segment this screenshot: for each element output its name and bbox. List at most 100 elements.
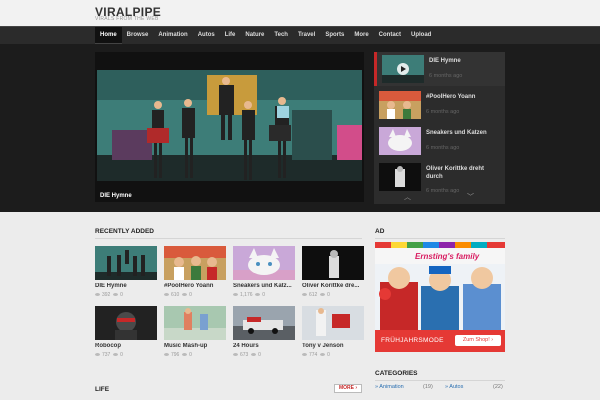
- video-stats: 796 0: [164, 352, 192, 358]
- nav-item-more[interactable]: More: [349, 27, 373, 45]
- playlist-item-title: Sneakers und Katzen: [426, 130, 487, 136]
- view-count: 774: [309, 352, 318, 358]
- eye-icon: [95, 293, 100, 297]
- heart-icon: [255, 293, 261, 297]
- video-stats: 610 0: [164, 292, 192, 298]
- nav-item-sports[interactable]: Sports: [320, 27, 349, 45]
- ad-footer-text: FRÜHJAHRSMODE: [381, 337, 444, 344]
- view-count: 610: [171, 292, 180, 298]
- nav-item-home[interactable]: Home: [95, 27, 122, 45]
- view-count: 612: [309, 292, 318, 298]
- eye-icon: [302, 353, 307, 357]
- site-tagline: VIRALS FROM THE WEB: [95, 16, 159, 22]
- video-card[interactable]: Music Mash-up 796 0: [164, 306, 226, 361]
- playlist-item-title: DIE Hymne: [429, 58, 461, 64]
- video-card[interactable]: Oliver Korittke dre... 612 0: [302, 246, 364, 301]
- eye-icon: [233, 353, 238, 357]
- video-card[interactable]: Sneakers und Katz... 1,176 0: [233, 246, 295, 301]
- heart-icon: [113, 293, 119, 297]
- video-card[interactable]: DIE Hymne 392 0: [95, 246, 157, 301]
- playlist-thumbnail: [379, 163, 421, 191]
- heart-icon: [320, 293, 326, 297]
- ad-color-stripe: [375, 242, 505, 248]
- video-caption: DIE Hymne: [100, 193, 132, 199]
- playlist-item[interactable]: Sneakers und Katzen 6 months ago: [374, 124, 505, 158]
- recently-added-heading: RECENTLY ADDED: [95, 228, 154, 235]
- nav-item-upload[interactable]: Upload: [406, 27, 436, 45]
- view-count: 673: [240, 352, 249, 358]
- playlist-thumbnail: [382, 55, 424, 83]
- nav-item-life[interactable]: Life: [220, 27, 241, 45]
- playlist-item-meta: 6 months ago: [429, 73, 463, 79]
- video-title[interactable]: 24 Hours: [233, 343, 295, 349]
- playlist-controls: ︿ ﹀: [374, 192, 505, 204]
- like-count: 0: [258, 352, 261, 358]
- divider: [95, 238, 362, 239]
- ad-footer: FRÜHJAHRSMODE Zum Shop! ›: [375, 330, 505, 352]
- divider: [375, 380, 505, 381]
- video-thumbnail: [302, 306, 364, 340]
- site-header: VIRALPIPE VIRALS FROM THE WEB: [0, 0, 600, 26]
- nav-item-browse[interactable]: Browse: [122, 27, 154, 45]
- video-card[interactable]: Tony v Jenson 774 0: [302, 306, 364, 361]
- eye-icon: [233, 293, 238, 297]
- video-frame[interactable]: [97, 70, 362, 181]
- heart-icon: [320, 353, 326, 357]
- playlist-item-meta: 6 months ago: [426, 109, 460, 115]
- heart-icon: [251, 353, 257, 357]
- video-stats: 774 0: [302, 352, 330, 358]
- video-stats: 1,176 0: [233, 292, 265, 298]
- chevron-down-icon[interactable]: ﹀: [467, 192, 474, 202]
- playlist-thumbnail: [379, 91, 421, 119]
- playlist-item[interactable]: Oliver Korittke dreht durch 6 months ago: [374, 160, 505, 194]
- video-stats: 392 0: [95, 292, 123, 298]
- playlist-thumbnail: [379, 127, 421, 155]
- like-count: 0: [189, 352, 192, 358]
- category-link-animation[interactable]: » Animation: [375, 384, 404, 390]
- eye-icon: [164, 353, 169, 357]
- heart-icon: [182, 353, 188, 357]
- ad-image: [375, 264, 505, 330]
- nav-item-tech[interactable]: Tech: [269, 27, 293, 45]
- playlist-item[interactable]: #PoolHero Yoann 6 months ago: [374, 88, 505, 122]
- view-count: 796: [171, 352, 180, 358]
- video-title[interactable]: Music Mash-up: [164, 343, 226, 349]
- video-thumbnail: [233, 306, 295, 340]
- more-button[interactable]: MORE ›: [334, 384, 362, 393]
- video-player[interactable]: DIE Hymne: [95, 52, 364, 202]
- video-thumbnail: [233, 246, 295, 280]
- ad-heading: AD: [375, 228, 385, 235]
- playlist-item-title: Oliver Korittke dreht durch: [426, 166, 485, 180]
- eye-icon: [95, 353, 100, 357]
- video-title[interactable]: Robocop: [95, 343, 157, 349]
- category-count: (22): [493, 384, 503, 390]
- video-card[interactable]: Robocop 737 0: [95, 306, 157, 361]
- shop-button[interactable]: Zum Shop! ›: [455, 335, 501, 346]
- heart-icon: [113, 353, 119, 357]
- main-nav: Home Browse Animation Autos Life Nature Tech Tr…: [0, 26, 600, 45]
- category-link-autos[interactable]: » Autos: [445, 384, 463, 390]
- view-count: 737: [102, 352, 111, 358]
- nav-item-contact[interactable]: Contact: [374, 27, 406, 45]
- nav-item-travel[interactable]: Travel: [293, 27, 320, 45]
- life-heading: LIFE: [95, 386, 110, 393]
- video-title[interactable]: Sneakers und Katz...: [233, 283, 295, 289]
- playlist-item[interactable]: DIE Hymne 6 months ago: [374, 52, 505, 86]
- video-title[interactable]: DIE Hymne: [95, 283, 157, 289]
- like-count: 0: [327, 292, 330, 298]
- video-thumbnail: [164, 246, 226, 280]
- advertisement-banner[interactable]: Ernsting's family FRÜHJAHRSMODE Zum Shop…: [375, 242, 505, 352]
- video-card[interactable]: 24 Hours 673 0: [233, 306, 295, 361]
- playlist-item-title: #PoolHero Yoann: [426, 94, 476, 100]
- video-title[interactable]: Oliver Korittke dre...: [302, 283, 364, 289]
- nav-item-nature[interactable]: Nature: [240, 27, 269, 45]
- video-stats: 737 0: [95, 352, 123, 358]
- video-title[interactable]: #PoolHero Yoann: [164, 283, 226, 289]
- nav-item-autos[interactable]: Autos: [193, 27, 220, 45]
- eye-icon: [302, 293, 307, 297]
- video-card[interactable]: #PoolHero Yoann 610 0: [164, 246, 226, 301]
- nav-item-animation[interactable]: Animation: [153, 27, 192, 45]
- like-count: 0: [120, 352, 123, 358]
- chevron-up-icon[interactable]: ︿: [404, 192, 411, 202]
- video-title[interactable]: Tony v Jenson: [302, 343, 364, 349]
